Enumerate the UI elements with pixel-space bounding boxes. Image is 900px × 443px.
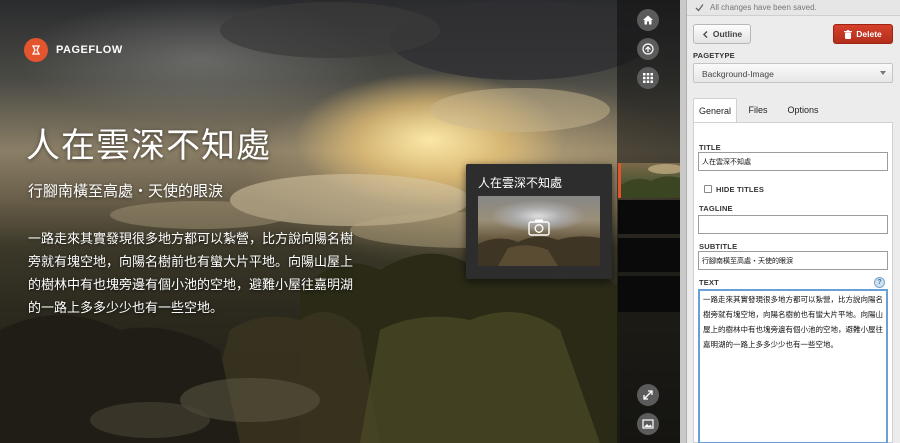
page-tagline: 行腳南橫至高處・天使的眼淚 xyxy=(28,182,224,200)
tagline-field[interactable] xyxy=(698,215,888,234)
delete-button[interactable]: Delete xyxy=(833,24,893,44)
chevron-left-icon xyxy=(702,30,708,38)
outline-label: Outline xyxy=(712,29,743,39)
home-button[interactable] xyxy=(637,9,659,31)
arrow-up-icon xyxy=(642,43,654,55)
tab-general[interactable]: General xyxy=(693,98,737,122)
editor-tabs: General Files Options xyxy=(693,98,893,122)
tagline-label: TAGLINE xyxy=(699,204,733,213)
overlay-thumbnail xyxy=(478,196,600,266)
thumbnail-image xyxy=(621,164,680,198)
image-button[interactable] xyxy=(637,413,659,435)
checkmark-icon xyxy=(695,4,704,12)
expand-icon xyxy=(643,390,653,400)
pageflow-logo[interactable]: PAGEFLOW xyxy=(24,38,123,62)
hide-titles-label: HIDE TITLES xyxy=(716,185,765,194)
help-icon[interactable]: ? xyxy=(874,277,885,288)
title-label: TITLE xyxy=(699,143,721,152)
image-icon xyxy=(642,419,654,429)
page-hover-overlay: 人在雲深不知處 xyxy=(466,164,612,279)
pageflow-logo-icon xyxy=(24,38,48,62)
page-thumbnail[interactable] xyxy=(618,200,680,234)
overlay-title: 人在雲深不知處 xyxy=(478,176,563,190)
tab-options[interactable]: Options xyxy=(779,98,827,122)
pageflow-editor: PAGEFLOW 人在雲深不知處 行腳南橫至高處・天使的眼淚 一路走來其實發現很… xyxy=(0,0,900,443)
editor-sidebar: All changes have been saved. Outline Del… xyxy=(686,0,900,443)
text-field[interactable]: 一路走來其實發現很多地方都可以紮營，比方說向陽名樹旁就有塊空地，向陽名樹前也有蠻… xyxy=(698,289,888,443)
general-tab-panel: TITLE 人在雲深不知處 HIDE TITLES TAGLINE SUBTIT… xyxy=(693,122,893,443)
home-icon xyxy=(643,15,653,25)
page-thumbnail[interactable] xyxy=(618,276,680,312)
pagetype-value: Background-Image xyxy=(702,69,774,79)
trash-icon xyxy=(844,29,853,39)
scroll-up-button[interactable] xyxy=(637,38,659,60)
page-thumbnail-active[interactable] xyxy=(618,163,680,198)
subtitle-field[interactable]: 行腳南橫至高處・天使的眼淚 xyxy=(698,251,888,270)
pagetype-select[interactable]: Background-Image xyxy=(693,63,893,83)
fullscreen-button[interactable] xyxy=(637,384,659,406)
app-name: PAGEFLOW xyxy=(56,44,123,56)
title-field[interactable]: 人在雲深不知處 xyxy=(698,152,888,171)
outline-button[interactable]: Outline xyxy=(693,24,751,44)
tab-files[interactable]: Files xyxy=(741,98,775,122)
grid-icon xyxy=(643,73,653,83)
camera-icon xyxy=(528,219,550,236)
save-status-bar: All changes have been saved. xyxy=(687,0,900,16)
text-label: TEXT xyxy=(699,278,719,287)
pagetype-label: PAGETYPE xyxy=(693,51,735,60)
overview-button[interactable] xyxy=(637,67,659,89)
page-title: 人在雲深不知處 xyxy=(26,126,271,166)
caret-down-icon xyxy=(880,71,886,75)
delete-label: Delete xyxy=(856,29,882,39)
hide-titles-checkbox[interactable] xyxy=(704,185,712,193)
page-thumbnail[interactable] xyxy=(618,238,680,272)
page-text: 一路走來其實發現很多地方都可以紮營，比方說向陽名樹旁就有塊空地，向陽名樹前也有蠻… xyxy=(28,232,354,316)
subtitle-label: SUBTITLE xyxy=(699,242,738,251)
save-status-text: All changes have been saved. xyxy=(710,3,817,12)
